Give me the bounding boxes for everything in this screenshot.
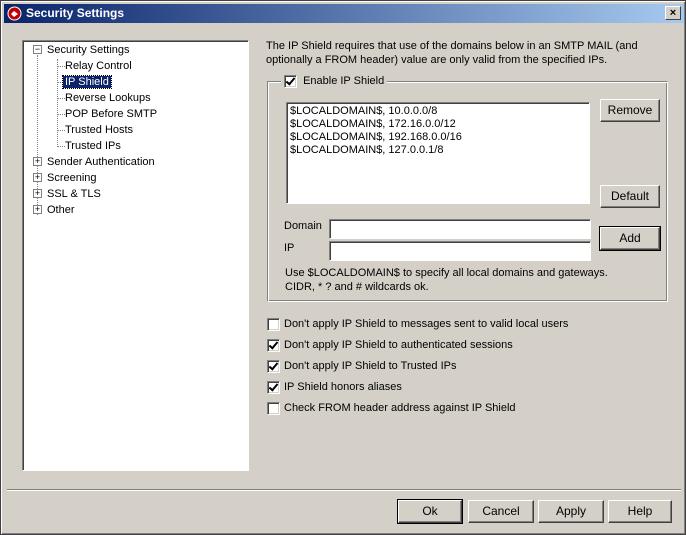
- window-title: Security Settings: [26, 6, 125, 20]
- domain-label: Domain: [284, 220, 322, 232]
- tree-item-ip-shield[interactable]: IP Shield: [62, 74, 112, 90]
- list-item[interactable]: $LOCALDOMAIN$, 127.0.0.1/8: [290, 144, 586, 157]
- default-button[interactable]: Default: [600, 185, 660, 208]
- tree-item-security-settings[interactable]: − Security Settings: [33, 42, 132, 58]
- tree-item-sender-authentication[interactable]: + Sender Authentication: [33, 154, 157, 170]
- tree-item-reverse-lookups[interactable]: Reverse Lookups: [63, 90, 153, 106]
- enable-ip-shield-toggle[interactable]: Enable IP Shield: [281, 74, 388, 88]
- tree-item-label: Other: [47, 204, 75, 216]
- checkbox[interactable]: [267, 401, 280, 415]
- cancel-button[interactable]: Cancel: [468, 500, 534, 523]
- collapse-icon[interactable]: −: [33, 45, 42, 54]
- tree-item-ssl-tls[interactable]: + SSL & TLS: [33, 186, 103, 202]
- list-item[interactable]: $LOCALDOMAIN$, 10.0.0.0/8: [290, 105, 586, 118]
- expand-icon[interactable]: +: [33, 157, 42, 166]
- checkbox[interactable]: [267, 380, 280, 394]
- enable-ip-shield-checkbox[interactable]: [284, 74, 297, 88]
- option-label: Check FROM header address against IP Shi…: [284, 402, 516, 414]
- tree-item-label: IP Shield: [62, 75, 112, 89]
- expand-icon[interactable]: +: [33, 189, 42, 198]
- wildcard-hint: Use $LOCALDOMAIN$ to specify all local d…: [285, 266, 615, 294]
- tree-item-label: POP Before SMTP: [65, 108, 158, 120]
- settings-tree[interactable]: − Security Settings Relay Control IP Shi…: [22, 40, 249, 471]
- ok-button[interactable]: Ok: [397, 499, 463, 524]
- domain-input[interactable]: [329, 219, 591, 239]
- expand-icon[interactable]: +: [33, 205, 42, 214]
- remove-button[interactable]: Remove: [600, 99, 660, 122]
- option-check-from-header[interactable]: Check FROM header address against IP Shi…: [267, 400, 516, 416]
- title-bar[interactable]: Security Settings ×: [4, 4, 684, 23]
- tree-item-label: Trusted Hosts: [65, 124, 134, 136]
- add-button[interactable]: Add: [599, 226, 661, 251]
- security-settings-window: Security Settings × − Security Settings …: [0, 0, 686, 535]
- ip-label: IP: [284, 242, 295, 254]
- option-skip-authenticated[interactable]: Don't apply IP Shield to authenticated s…: [267, 337, 513, 353]
- list-item[interactable]: $LOCALDOMAIN$, 192.168.0.0/16: [290, 131, 586, 144]
- option-honor-aliases[interactable]: IP Shield honors aliases: [267, 379, 402, 395]
- option-label: Don't apply IP Shield to authenticated s…: [284, 339, 513, 351]
- tree-item-label: Sender Authentication: [47, 156, 155, 168]
- enable-ip-shield-label: Enable IP Shield: [303, 75, 385, 87]
- tree-item-label: SSL & TLS: [47, 188, 101, 200]
- option-skip-local-users[interactable]: Don't apply IP Shield to messages sent t…: [267, 316, 568, 332]
- option-label: Don't apply IP Shield to Trusted IPs: [284, 360, 457, 372]
- hint-line: CIDR, * ? and # wildcards ok.: [285, 281, 429, 293]
- hint-line: Use $LOCALDOMAIN$ to specify all local d…: [285, 267, 608, 279]
- ip-shield-list[interactable]: $LOCALDOMAIN$, 10.0.0.0/8 $LOCALDOMAIN$,…: [286, 102, 590, 204]
- checkbox[interactable]: [267, 317, 280, 331]
- tree-item-label: Security Settings: [47, 44, 130, 56]
- tree-item-other[interactable]: + Other: [33, 202, 77, 218]
- tree-item-label: Trusted IPs: [65, 140, 121, 152]
- help-button[interactable]: Help: [608, 500, 672, 523]
- tree-item-trusted-ips[interactable]: Trusted IPs: [63, 138, 123, 154]
- option-skip-trusted-ips[interactable]: Don't apply IP Shield to Trusted IPs: [267, 358, 457, 374]
- option-label: Don't apply IP Shield to messages sent t…: [284, 318, 569, 330]
- tree-item-pop-before-smtp[interactable]: POP Before SMTP: [63, 106, 159, 122]
- app-icon: [7, 6, 22, 21]
- ip-shield-description: The IP Shield requires that use of the d…: [266, 40, 638, 66]
- tree-item-label: Screening: [47, 172, 97, 184]
- option-label: IP Shield honors aliases: [284, 381, 402, 393]
- tree-item-screening[interactable]: + Screening: [33, 170, 99, 186]
- tree-item-label: Relay Control: [65, 60, 132, 72]
- apply-button[interactable]: Apply: [538, 500, 604, 523]
- checkbox[interactable]: [267, 338, 280, 352]
- tree-item-trusted-hosts[interactable]: Trusted Hosts: [63, 122, 135, 138]
- checkbox[interactable]: [267, 359, 280, 373]
- footer-divider: [7, 489, 681, 491]
- ip-input[interactable]: [329, 241, 591, 261]
- list-item[interactable]: $LOCALDOMAIN$, 172.16.0.0/12: [290, 118, 586, 131]
- tree-connector-line: [57, 59, 58, 145]
- tree-item-label: Reverse Lookups: [65, 92, 151, 104]
- close-button[interactable]: ×: [665, 6, 681, 20]
- expand-icon[interactable]: +: [33, 173, 42, 182]
- tree-item-relay-control[interactable]: Relay Control: [63, 58, 134, 74]
